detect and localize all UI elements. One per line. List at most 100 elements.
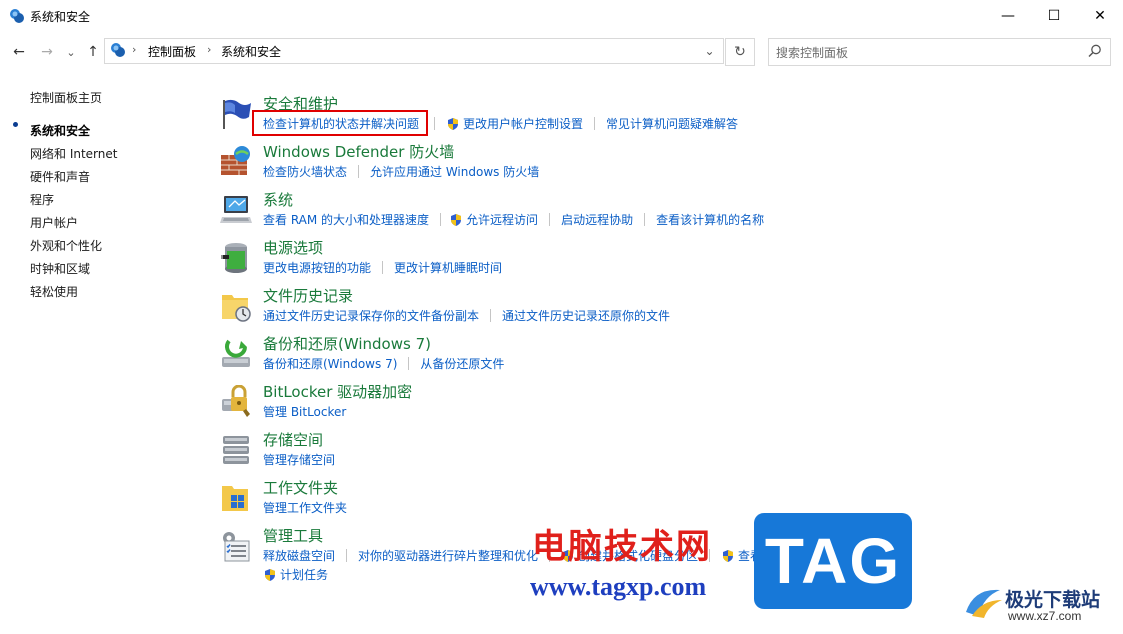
maximize-button[interactable]: ☐ xyxy=(1031,0,1077,32)
computer-icon xyxy=(220,196,252,223)
link-separator xyxy=(644,213,646,226)
category-links-backup-restore: 备份和还原(Windows 7) 从备份还原文件 xyxy=(263,355,504,372)
category-title-storage-spaces[interactable]: 存储空间 xyxy=(263,429,323,450)
link-uac-settings[interactable]: 更改用户帐户控制设置 xyxy=(463,115,583,132)
link-view-ram[interactable]: 查看 RAM 的大小和处理器速度 xyxy=(263,211,429,228)
uac-shield-icon xyxy=(448,117,459,130)
highlight-box xyxy=(252,110,428,136)
control-panel-icon xyxy=(111,43,125,57)
category-title-power[interactable]: 电源选项 xyxy=(263,237,323,258)
breadcrumb-control-panel[interactable]: 控制面板 xyxy=(148,43,196,60)
category-links-storage-spaces: 管理存储空间 xyxy=(263,451,335,468)
watermark-site-name: 极光下载站 xyxy=(1005,589,1101,611)
up-button[interactable]: ↑ xyxy=(84,43,102,61)
search-input[interactable]: 搜索控制面板 xyxy=(776,44,1076,61)
uac-shield-icon xyxy=(265,568,275,581)
breadcrumb-separator: › xyxy=(132,43,137,56)
link-allow-remote-access[interactable]: 允许远程访问 xyxy=(466,211,538,228)
refresh-icon: ↻ xyxy=(734,44,746,60)
maximize-icon: ☐ xyxy=(1047,8,1061,24)
minimize-icon: — xyxy=(1001,8,1015,24)
control-panel-icon xyxy=(10,9,24,23)
battery-icon xyxy=(221,243,247,273)
backup-icon xyxy=(222,339,250,367)
firewall-icon xyxy=(221,146,250,175)
left-nav-home[interactable]: 控制面板主页 xyxy=(30,89,102,106)
link-allow-app-firewall[interactable]: 允许应用通过 Windows 防火墙 xyxy=(370,163,539,180)
category-links-system: 查看 RAM 的大小和处理器速度 允许远程访问 启动远程协助 查看该计算机的名称 xyxy=(263,211,764,228)
forward-button[interactable]: → xyxy=(38,43,56,61)
category-title-system[interactable]: 系统 xyxy=(263,189,293,210)
minimize-button[interactable]: — xyxy=(985,0,1031,32)
bitlocker-icon xyxy=(222,385,250,417)
link-schedule-tasks[interactable]: 计划任务 xyxy=(280,566,328,583)
category-title-backup-restore[interactable]: 备份和还原(Windows 7) xyxy=(263,333,431,354)
category-title-file-history[interactable]: 文件历史记录 xyxy=(263,285,353,306)
link-separator xyxy=(594,117,596,130)
back-button[interactable]: ← xyxy=(10,43,28,61)
search-icon[interactable] xyxy=(1087,43,1103,59)
link-manage-storage[interactable]: 管理存储空间 xyxy=(263,451,335,468)
link-remote-assistance[interactable]: 启动远程协助 xyxy=(561,211,633,228)
work-folders-icon xyxy=(222,486,248,511)
address-bar[interactable] xyxy=(104,38,724,64)
link-save-backup[interactable]: 通过文件历史记录保存你的文件备份副本 xyxy=(263,307,479,324)
file-history-icon xyxy=(222,295,251,322)
close-button[interactable]: ✕ xyxy=(1077,0,1123,32)
category-links-admin-tools-row2: 计划任务 xyxy=(263,566,328,583)
left-nav-system-security[interactable]: 系统和安全 xyxy=(30,122,90,139)
left-nav-appearance[interactable]: 外观和个性化 xyxy=(30,237,102,254)
link-backup-restore-win7[interactable]: 备份和还原(Windows 7) xyxy=(263,355,397,372)
refresh-button[interactable]: ↻ xyxy=(725,38,755,66)
link-computer-name[interactable]: 查看该计算机的名称 xyxy=(656,211,764,228)
left-nav-clock-region[interactable]: 时钟和区域 xyxy=(30,260,90,277)
watermark-url: www.tagxp.com xyxy=(530,572,707,601)
category-links-bitlocker: 管理 BitLocker xyxy=(263,403,346,420)
link-separator xyxy=(382,261,384,274)
left-nav-hardware[interactable]: 硬件和声音 xyxy=(30,168,90,185)
category-links-work-folders: 管理工作文件夹 xyxy=(263,499,347,516)
left-nav-ease-of-access[interactable]: 轻松使用 xyxy=(30,283,78,300)
recent-locations-button[interactable]: ⌄ xyxy=(62,43,80,61)
link-sleep-time[interactable]: 更改计算机睡眠时间 xyxy=(394,259,502,276)
category-links-power: 更改电源按钮的功能 更改计算机睡眠时间 xyxy=(263,259,502,276)
back-arrow-icon: ← xyxy=(13,44,25,60)
link-restore-from-backup[interactable]: 从备份还原文件 xyxy=(420,355,504,372)
link-separator xyxy=(346,549,348,562)
left-nav-programs[interactable]: 程序 xyxy=(30,191,54,208)
link-restore-files[interactable]: 通过文件历史记录还原你的文件 xyxy=(502,307,670,324)
left-nav-network[interactable]: 网络和 Internet xyxy=(30,145,117,162)
chevron-down-icon: ⌄ xyxy=(66,45,76,59)
address-dropdown-button[interactable]: ⌄ xyxy=(697,38,722,64)
breadcrumb-separator: › xyxy=(207,43,212,56)
breadcrumb-system-security[interactable]: 系统和安全 xyxy=(221,43,281,60)
link-separator xyxy=(434,117,436,130)
watermark-text: 电脑技术网 xyxy=(532,527,712,567)
link-manage-bitlocker[interactable]: 管理 BitLocker xyxy=(263,403,346,420)
watermark-site-url: www.xz7.com xyxy=(1008,609,1082,623)
link-separator xyxy=(358,165,360,178)
category-title-admin-tools[interactable]: 管理工具 xyxy=(263,525,323,546)
link-manage-work-folders[interactable]: 管理工作文件夹 xyxy=(263,499,347,516)
link-defragment[interactable]: 对你的驱动器进行碎片整理和优化 xyxy=(358,547,538,564)
uac-shield-icon xyxy=(723,549,734,562)
category-title-firewall[interactable]: Windows Defender 防火墙 xyxy=(263,141,454,162)
forward-arrow-icon: → xyxy=(41,44,53,60)
category-title-work-folders[interactable]: 工作文件夹 xyxy=(263,477,338,498)
uac-shield-icon xyxy=(451,213,462,226)
title-bar xyxy=(0,0,1123,32)
watermark-tag-logo: TAG xyxy=(754,513,912,609)
link-troubleshooting[interactable]: 常见计算机问题疑难解答 xyxy=(606,115,738,132)
flag-icon xyxy=(223,99,251,129)
admin-tools-icon xyxy=(223,532,250,562)
link-free-disk-space[interactable]: 释放磁盘空间 xyxy=(263,547,335,564)
left-nav-user-accounts[interactable]: 用户帐户 xyxy=(30,214,78,231)
link-separator xyxy=(490,309,492,322)
category-title-bitlocker[interactable]: BitLocker 驱动器加密 xyxy=(263,381,412,402)
aurora-logo-icon xyxy=(966,589,1002,618)
link-check-firewall[interactable]: 检查防火墙状态 xyxy=(263,163,347,180)
close-icon: ✕ xyxy=(1094,8,1106,24)
link-power-buttons[interactable]: 更改电源按钮的功能 xyxy=(263,259,371,276)
up-arrow-icon: ↑ xyxy=(87,44,99,60)
active-bullet xyxy=(13,122,18,127)
